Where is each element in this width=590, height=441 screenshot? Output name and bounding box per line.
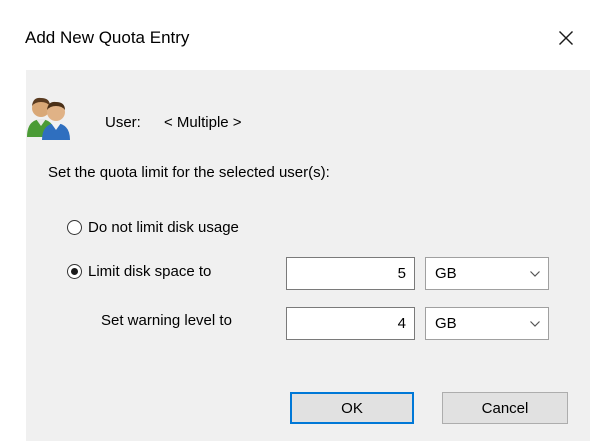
ok-button[interactable]: OK bbox=[290, 392, 414, 424]
chevron-down-icon bbox=[530, 270, 540, 277]
warning-unit-value: GB bbox=[435, 315, 457, 332]
warning-unit-select[interactable]: GB bbox=[425, 307, 549, 340]
title-bar: Add New Quota Entry bbox=[0, 0, 590, 70]
limit-unit-select[interactable]: GB bbox=[425, 257, 549, 290]
quota-prompt: Set the quota limit for the selected use… bbox=[48, 164, 330, 181]
limit-space-input[interactable] bbox=[286, 257, 415, 290]
dialog-title: Add New Quota Entry bbox=[25, 28, 190, 47]
radio-do-not-limit[interactable]: Do not limit disk usage bbox=[67, 219, 239, 236]
users-icon bbox=[27, 97, 70, 140]
radio-limit-label: Limit disk space to bbox=[88, 263, 212, 280]
radio-do-not-limit-label: Do not limit disk usage bbox=[88, 219, 239, 236]
radio-limit-disk-space[interactable]: Limit disk space to bbox=[67, 263, 211, 280]
close-button[interactable] bbox=[548, 20, 584, 56]
close-icon bbox=[559, 31, 573, 45]
user-label: User: bbox=[105, 114, 141, 131]
radio-button-unselected[interactable] bbox=[67, 220, 82, 235]
limit-unit-value: GB bbox=[435, 265, 457, 282]
warning-level-label: Set warning level to bbox=[101, 312, 232, 329]
user-value: < Multiple > bbox=[164, 114, 242, 131]
cancel-button[interactable]: Cancel bbox=[442, 392, 568, 424]
chevron-down-icon bbox=[530, 320, 540, 327]
warning-level-input[interactable] bbox=[286, 307, 415, 340]
radio-button-selected[interactable] bbox=[67, 264, 82, 279]
